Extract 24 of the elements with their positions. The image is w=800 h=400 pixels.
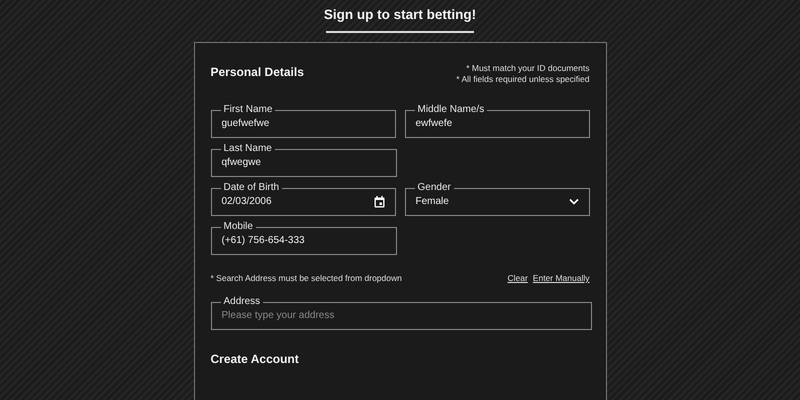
input-field[interactable]: Middle Name/s ewfwefe bbox=[404, 105, 590, 138]
date-field[interactable]: Date of Birth 02/03/2006 bbox=[210, 183, 396, 216]
field-label: Mobile bbox=[222, 222, 254, 232]
calendar-icon[interactable] bbox=[374, 196, 384, 208]
field-label: Address bbox=[222, 297, 262, 307]
text-link[interactable]: Enter Manually bbox=[532, 273, 590, 283]
requirement-note: * All fields required unless specified bbox=[456, 74, 590, 85]
field-label: Date of Birth bbox=[222, 183, 280, 193]
text-link[interactable]: Clear bbox=[507, 273, 528, 283]
input-field[interactable]: First Name guefwefwe bbox=[210, 105, 396, 138]
gender-dropdown[interactable]: Gender Female bbox=[404, 183, 590, 216]
address-field[interactable]: Address Please type your address bbox=[210, 297, 592, 330]
input-field[interactable]: Mobile (+61) 756-654-333 bbox=[210, 222, 396, 255]
field-label: Middle Name/s bbox=[416, 105, 486, 115]
input-field[interactable]: Last Name qfwegwe bbox=[210, 144, 396, 177]
chevron-down-icon bbox=[568, 198, 578, 205]
field-label: Gender bbox=[416, 183, 452, 193]
requirement-note: * Must match your ID documents bbox=[465, 63, 590, 74]
field-label: First Name bbox=[222, 105, 274, 115]
address-note: * Search Address must be selected from dropdown bbox=[210, 273, 402, 283]
page-title: Sign up to start betting! bbox=[324, 7, 476, 22]
field-label: Last Name bbox=[222, 144, 273, 154]
section-title: Create Account bbox=[210, 352, 300, 366]
section-title: Personal Details bbox=[210, 65, 304, 79]
